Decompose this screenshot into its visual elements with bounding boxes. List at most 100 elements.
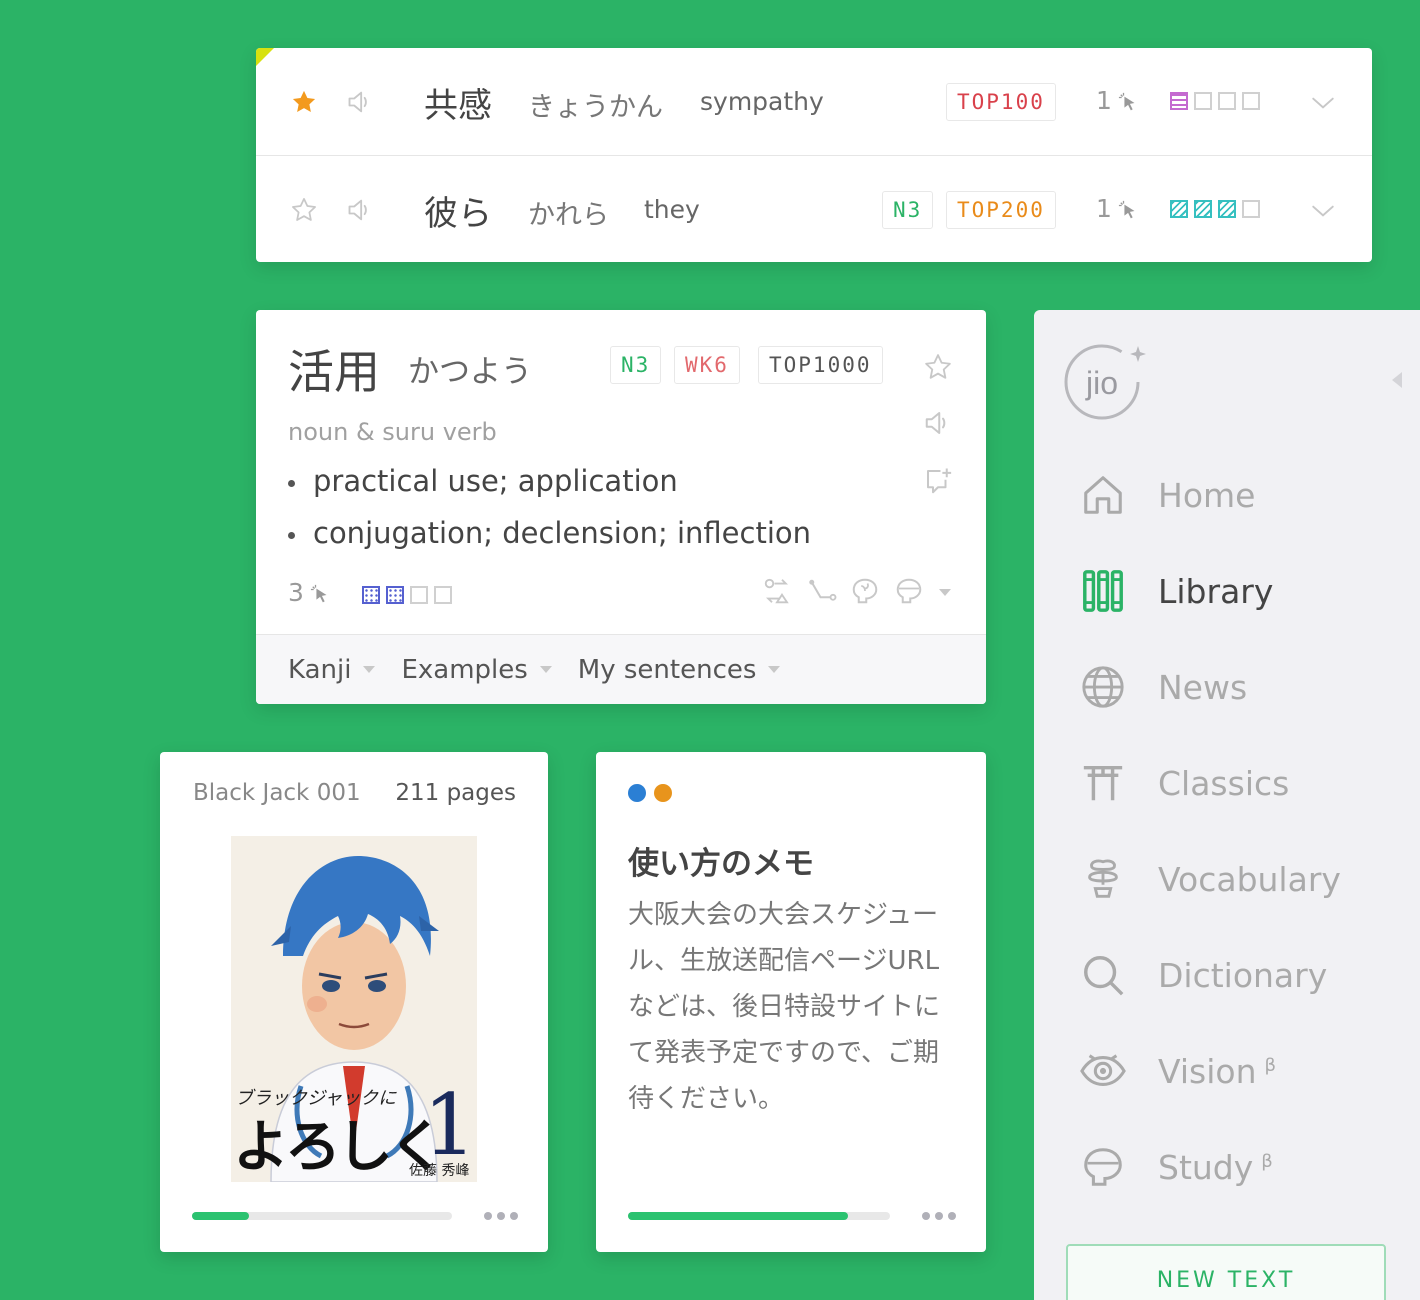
lookup-count: 3 — [288, 578, 304, 607]
sidebar-item-label: Vision — [1158, 1051, 1257, 1091]
library-icon — [1083, 570, 1123, 612]
globe-icon — [1082, 666, 1124, 708]
tab-my-sentences[interactable]: My sentences — [578, 655, 781, 685]
sidebar-item-study[interactable]: Study β — [1080, 1137, 1273, 1197]
book-title: Black Jack 001 — [193, 780, 361, 806]
transform-icon[interactable] — [762, 576, 792, 606]
srs-progress — [1170, 92, 1260, 110]
sidebar-item-label: News — [1158, 667, 1248, 707]
srs-progress — [362, 586, 452, 604]
definition-kanji: 活用 — [288, 345, 380, 399]
cursor-click-icon — [1118, 92, 1135, 111]
brain-icon[interactable] — [850, 576, 880, 606]
word-row[interactable]: 彼ら かれら they N3 TOP200 1 — [256, 155, 1372, 262]
sidebar-item-classics[interactable]: Classics — [1080, 753, 1289, 813]
search-icon — [1084, 956, 1124, 996]
speaker-icon[interactable] — [346, 88, 374, 116]
sense-text: conjugation; declension; inflection — [313, 516, 812, 550]
new-text-button[interactable]: NEW TEXT — [1066, 1244, 1386, 1300]
beta-badge: β — [1264, 1054, 1276, 1076]
chevron-down-icon[interactable] — [1310, 198, 1336, 224]
word-kanji: 共感 — [424, 86, 492, 126]
progress-fill — [192, 1212, 250, 1220]
bonsai-icon — [1088, 859, 1118, 898]
memo-card[interactable]: 使い方のメモ 大阪大会の大会スケジュール、生放送配信ページURLなどは、後日特設… — [596, 752, 986, 1252]
star-filled-icon[interactable] — [290, 88, 318, 116]
sidebar-item-dictionary[interactable]: Dictionary — [1080, 945, 1327, 1005]
star-outline-icon[interactable] — [290, 196, 318, 224]
sidebar-item-vocabulary[interactable]: Vocabulary — [1080, 849, 1341, 909]
sidebar-item-vision[interactable]: Vision β — [1080, 1041, 1276, 1101]
book-page-count: 211 pages — [395, 780, 516, 806]
jio-logo[interactable]: jio — [1062, 336, 1152, 426]
jlpt-tag: N3 — [610, 346, 662, 384]
eye-icon — [1080, 1054, 1126, 1086]
frequency-tag: TOP200 — [946, 191, 1056, 229]
lookup-count: 1 — [1096, 86, 1112, 115]
sense-item: practical use; application — [288, 464, 678, 498]
sidebar-item-home[interactable]: Home — [1080, 465, 1255, 525]
sidebar: jio Home Library News Classics Vocabular… — [1034, 310, 1420, 1300]
book-card[interactable]: Black Jack 001 211 pages ブラックジャックに よろしく … — [160, 752, 548, 1252]
reading-progress-bar — [192, 1212, 452, 1220]
frequency-tag: TOP100 — [946, 83, 1056, 121]
progress-fill — [628, 1212, 849, 1220]
definition-footer: Kanji Examples My sentences — [256, 634, 986, 704]
sidebar-item-library[interactable]: Library — [1080, 561, 1273, 621]
speaker-icon[interactable] — [346, 196, 374, 224]
more-caret-icon[interactable] — [939, 589, 951, 596]
word-meaning: they — [644, 195, 700, 224]
cursor-click-icon — [310, 584, 327, 603]
reading-progress-bar — [628, 1212, 890, 1220]
speaker-icon[interactable] — [923, 408, 953, 438]
sidebar-item-label: Home — [1158, 475, 1256, 515]
color-dot-blue — [628, 784, 646, 802]
jlpt-tag: N3 — [882, 191, 934, 229]
chevron-down-icon[interactable] — [1310, 90, 1336, 116]
sidebar-item-label: Library — [1158, 571, 1274, 611]
sidebar-item-label: Vocabulary — [1158, 859, 1341, 899]
book-cover[interactable]: ブラックジャックに よろしく 1 佐藤 秀峰 — [231, 836, 477, 1182]
word-list-panel: 共感 きょうかん sympathy TOP100 1 彼ら かれら they N… — [256, 48, 1372, 262]
cursor-click-icon — [1118, 200, 1135, 219]
memo-body: 大阪大会の大会スケジュール、生放送配信ページURLなどは、後日特設サイトにて発表… — [628, 900, 941, 1114]
tab-label: My sentences — [577, 654, 757, 685]
part-of-speech: noun & suru verb — [288, 418, 497, 446]
word-kana: きょうかん — [528, 92, 663, 123]
pitch-accent-icon[interactable] — [808, 576, 838, 606]
tab-label: Kanji — [288, 654, 352, 685]
wanikani-tag: WK6 — [674, 346, 740, 384]
lookup-count: 1 — [1096, 194, 1112, 223]
frequency-tag: TOP1000 — [758, 346, 883, 384]
collapse-sidebar-icon[interactable] — [1392, 372, 1402, 388]
star-outline-icon[interactable] — [923, 352, 953, 382]
sense-text: practical use; application — [313, 464, 678, 498]
beta-badge: β — [1261, 1150, 1273, 1172]
word-meaning: sympathy — [700, 87, 824, 116]
srs-progress — [1170, 200, 1260, 218]
sidebar-item-news[interactable]: News — [1080, 657, 1247, 717]
head-icon[interactable] — [894, 576, 924, 606]
home-icon — [1084, 476, 1122, 514]
tab-kanji[interactable]: Kanji — [288, 654, 376, 685]
sidebar-item-label: Study — [1158, 1147, 1254, 1187]
memo-title: 使い方のメモ — [628, 846, 814, 882]
definition-kana: かつよう — [408, 354, 532, 390]
caret-down-icon — [363, 666, 376, 673]
tab-examples[interactable]: Examples — [401, 655, 552, 685]
head-icon — [1084, 1148, 1122, 1186]
more-options-icon[interactable] — [922, 1212, 956, 1220]
caret-down-icon — [768, 666, 781, 673]
sense-item: conjugation; declension; inflection — [288, 516, 811, 550]
torii-icon — [1083, 765, 1123, 801]
color-dot-orange — [654, 784, 672, 802]
add-card-icon[interactable] — [923, 466, 953, 496]
cover-author: 佐藤 秀峰 — [409, 1163, 470, 1179]
caret-down-icon — [539, 666, 552, 673]
word-row[interactable]: 共感 きょうかん sympathy TOP100 1 — [256, 48, 1372, 155]
sidebar-item-label: Classics — [1158, 763, 1290, 803]
logo-text: jio — [1085, 365, 1118, 401]
more-options-icon[interactable] — [484, 1212, 518, 1220]
word-kanji: 彼ら — [424, 194, 492, 234]
word-kana: かれら — [528, 200, 609, 231]
